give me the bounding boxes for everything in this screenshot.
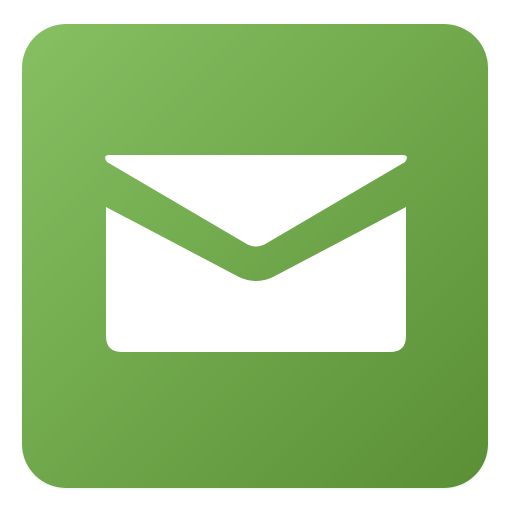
envelope-icon <box>105 155 407 352</box>
mail-app-icon[interactable] <box>22 24 488 488</box>
app-icon-canvas <box>0 0 512 512</box>
